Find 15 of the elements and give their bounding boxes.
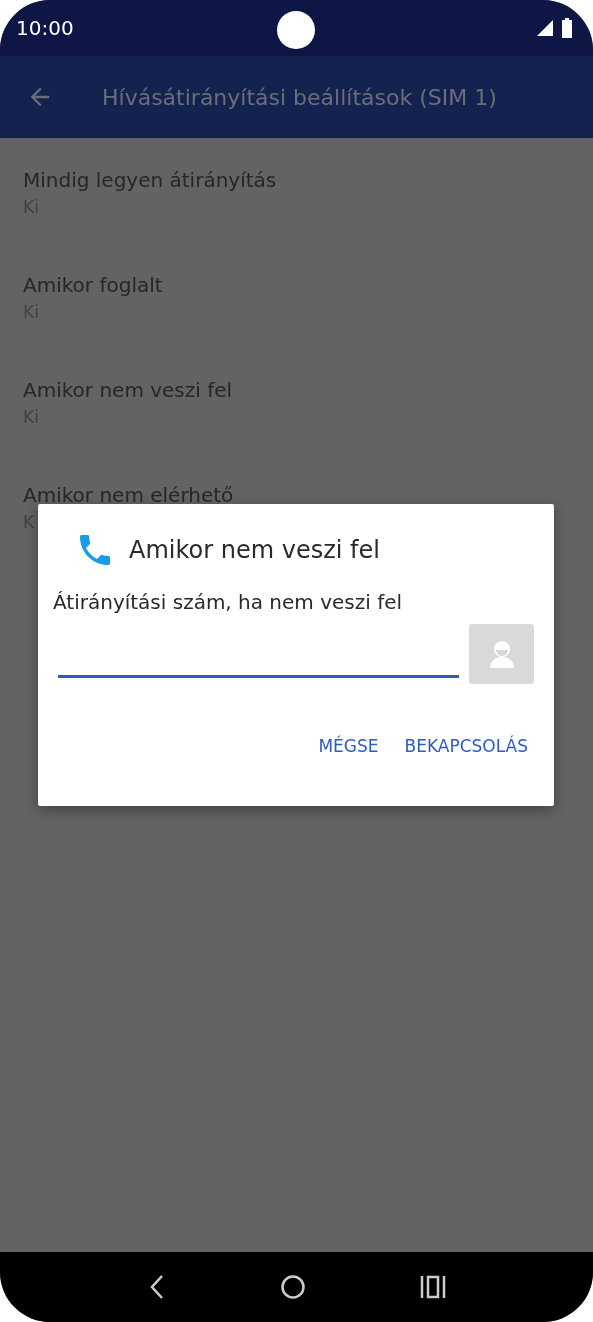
setting-title: Amikor nem veszi fel — [23, 377, 234, 404]
setting-title: Mindig legyen átirányítás — [23, 167, 278, 194]
field-label: Átirányítási szám, ha nem veszi fel — [53, 590, 404, 614]
battery-icon — [561, 18, 573, 38]
setting-title: Amikor nem elérhető — [23, 482, 235, 509]
home-icon[interactable] — [280, 1274, 307, 1300]
dialog-button[interactable]: BEKAPCSOLÁS — [398, 730, 534, 762]
signal-icon — [537, 20, 553, 36]
dialog-button[interactable]: MÉGSE — [312, 730, 385, 762]
camera-icon — [277, 11, 315, 49]
dialog-title: Amikor nem veszi fel — [129, 536, 380, 564]
recents-icon[interactable] — [420, 1275, 447, 1299]
setting-title: Amikor foglalt — [23, 272, 164, 299]
clock: 10:00 — [16, 16, 74, 40]
page-title: Hívásátirányítási beállítások (SIM 1) — [102, 84, 497, 110]
